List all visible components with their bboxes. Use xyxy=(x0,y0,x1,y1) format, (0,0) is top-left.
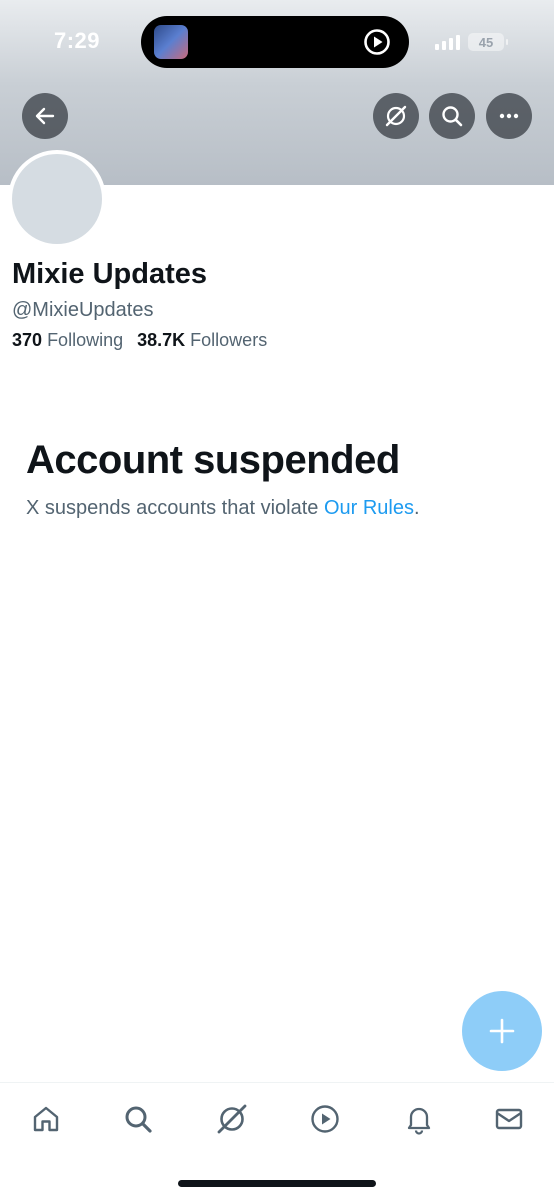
avatar[interactable] xyxy=(8,150,106,248)
arrow-left-icon xyxy=(35,107,55,125)
follow-stats: 370 Following 38.7K Followers xyxy=(12,330,267,351)
nav-search[interactable] xyxy=(118,1099,158,1139)
status-indicators: 45 xyxy=(435,31,508,53)
video-play-icon xyxy=(311,1105,339,1133)
more-button[interactable] xyxy=(486,93,532,139)
following-link[interactable]: 370 Following xyxy=(12,330,123,351)
compose-button[interactable] xyxy=(462,991,542,1071)
status-time: 7:29 xyxy=(54,28,101,53)
grok-icon xyxy=(385,105,407,127)
following-count: 370 xyxy=(12,330,43,350)
grok-button[interactable] xyxy=(373,93,419,139)
grok-icon xyxy=(217,1104,247,1134)
status-bar: 7:29 45 xyxy=(0,0,554,84)
suspended-title: Account suspended xyxy=(26,438,400,482)
search-button[interactable] xyxy=(429,93,475,139)
home-icon xyxy=(33,1106,59,1132)
nav-grok[interactable] xyxy=(212,1099,252,1139)
nav-messages[interactable] xyxy=(489,1099,529,1139)
mail-icon xyxy=(495,1108,523,1130)
followers-label: Followers xyxy=(190,330,268,350)
suspended-message-text: X suspends accounts that violate xyxy=(26,497,324,519)
bell-icon xyxy=(407,1107,431,1135)
followers-count: 38.7K xyxy=(137,330,186,350)
home-indicator xyxy=(178,1180,376,1187)
plus-icon xyxy=(489,1018,515,1044)
nav-video[interactable] xyxy=(305,1099,345,1139)
search-icon xyxy=(125,1106,152,1133)
nav-notifications[interactable] xyxy=(399,1099,439,1139)
now-playing-thumbnail xyxy=(154,25,188,59)
following-label: Following xyxy=(47,330,124,350)
battery-level: 45 xyxy=(478,34,494,50)
play-icon[interactable] xyxy=(363,28,391,56)
our-rules-link[interactable]: Our Rules xyxy=(324,497,414,519)
more-dots-icon xyxy=(499,113,519,119)
suspended-message-suffix: . xyxy=(414,497,420,519)
nav-home[interactable] xyxy=(26,1099,66,1139)
search-icon xyxy=(442,106,463,127)
suspended-message: X suspends accounts that violate Our Rul… xyxy=(26,497,420,520)
profile-handle: @MixieUpdates xyxy=(12,299,154,321)
back-button[interactable] xyxy=(22,93,68,139)
profile-name: Mixie Updates xyxy=(12,258,207,290)
followers-link[interactable]: 38.7K Followers xyxy=(137,330,267,351)
dynamic-island[interactable] xyxy=(141,16,409,68)
battery-icon: 45 xyxy=(468,33,508,51)
cellular-signal-icon xyxy=(435,34,460,50)
